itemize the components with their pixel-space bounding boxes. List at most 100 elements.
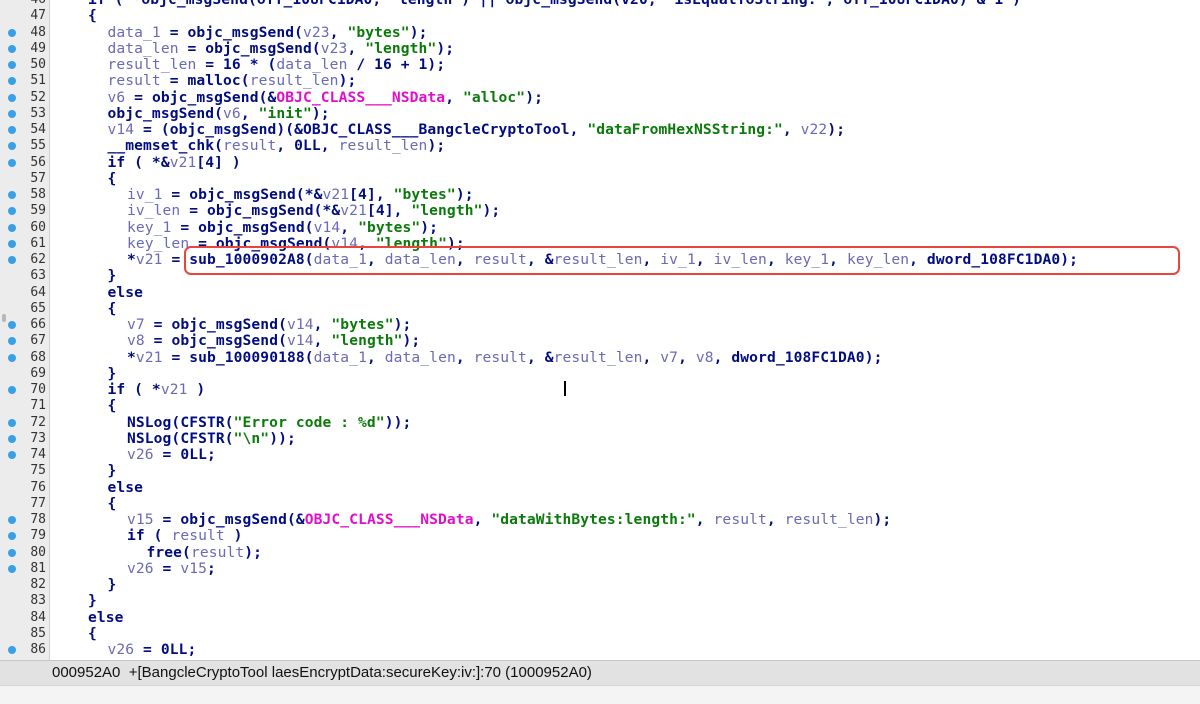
code-token: result_len [249,72,339,90]
code-line[interactable]: 53 objc_msgSend(v6, "init"); [0,104,1200,122]
code-token: v8 [127,332,145,350]
code-line[interactable]: 57 { [0,169,1200,187]
code-line[interactable]: 83} [0,592,1200,609]
code-line[interactable]: 86 v26 = 0LL; [0,641,1200,658]
code-token: data_len [276,56,348,73]
line-number: 52 [30,89,46,105]
code-line[interactable]: 71 { [0,397,1200,414]
code-token: ); [436,39,455,57]
breakpoint-dot-icon[interactable] [8,142,16,151]
breakpoint-dot-icon[interactable] [8,191,16,199]
code-token: { [107,299,117,317]
code-token: result [473,348,527,366]
code-line[interactable]: 72 NSLog(CFSTR("Error code : %d")); [0,414,1200,431]
breakpoint-dot-icon[interactable] [8,239,16,248]
breakpoint-dot-icon[interactable] [8,321,16,329]
code-line[interactable]: 56 if ( *&v21[4] ) [0,153,1200,171]
code-token: ); [402,332,421,350]
code-token: , [695,511,714,528]
code-token: { [107,169,117,187]
breakpoint-dot-icon[interactable] [8,451,16,459]
code-line[interactable]: 74 v26 = 0LL; [0,446,1200,463]
code-token: = objc_msgSend(*& [180,202,341,220]
code-text: if ( *v21 ) [108,381,206,398]
breakpoint-dot-icon[interactable] [8,109,16,118]
line-number: 47 [30,8,46,24]
code-token: v14 [313,218,341,236]
code-line[interactable]: 52 v6 = objc_msgSend(&OBJC_CLASS___NSData… [0,88,1200,106]
breakpoint-dot-icon[interactable] [8,564,16,573]
breakpoint-dot-icon[interactable] [8,207,16,216]
line-number: 75 [30,463,46,479]
code-token: if ( *& [107,153,170,171]
code-line[interactable]: 66 v7 = objc_msgSend(v14, "bytes"); [0,316,1200,333]
code-line[interactable]: 67 v8 = objc_msgSend(v14, "length"); [0,332,1200,350]
window-bottom-edge [0,314,1200,704]
code-line[interactable]: 81 v26 = v15; [0,560,1200,577]
code-token: ); [311,104,330,122]
code-line[interactable]: 55 __memset_chk(result, 0LL, result_len); [0,137,1200,155]
code-line[interactable]: 65 { [0,299,1200,317]
code-line[interactable]: 50 result_len = 16 * (data_len / 16 + 1); [0,56,1200,73]
code-token: * [127,348,136,366]
code-line[interactable]: 75} [0,462,1200,480]
code-line[interactable]: 59 iv_len = objc_msgSend(*&v21[4], "lengt… [0,202,1200,220]
code-line[interactable]: 85 { [0,625,1200,642]
code-token: { [107,494,117,512]
code-line[interactable]: 48 data_1 = objc_msgSend(v23, "bytes"); [0,24,1200,41]
code-line[interactable]: 64 else [0,284,1200,301]
code-token: } [107,462,117,480]
code-token: , dword_108FC1DA0); [713,348,883,366]
breakpoint-dot-icon[interactable] [8,223,16,232]
code-line[interactable]: 77 { [0,494,1200,512]
code-line[interactable]: 70 if ( *v21 ) [0,381,1200,398]
code-line[interactable]: 54 v14 = (objc_msgSend)(&OBJC_CLASS___Ban… [0,121,1200,138]
code-line[interactable]: 46 if ( *objc_msgSend(off_108FC1DA0, "len… [0,0,1200,8]
breakpoint-dot-icon[interactable] [8,337,16,346]
breakpoint-dot-icon[interactable] [8,126,16,134]
code-text: v26 = v15; [127,560,216,577]
breakpoint-dot-icon[interactable] [8,353,16,362]
breakpoint-dot-icon[interactable] [8,516,16,524]
line-number: 68 [30,349,46,365]
breakpoint-dot-icon[interactable] [8,28,16,37]
code-line[interactable]: 51 result = malloc(result_len); [0,72,1200,90]
code-token: if ( * [107,381,161,398]
code-line[interactable]: 58 iv_1 = objc_msgSend(*&v21[4], "bytes")… [0,186,1200,203]
breakpoint-dot-icon[interactable] [8,256,16,264]
code-token: "bytes" [331,316,394,333]
code-line[interactable]: 49 data_len = objc_msgSend(v23, "length")… [0,40,1200,57]
breakpoint-dot-icon[interactable] [8,158,16,167]
code-line[interactable]: 82} [0,576,1200,593]
code-token: __memset_chk( [107,137,224,155]
code-line[interactable]: 73 NSLog(CFSTR("\n")); [0,430,1200,447]
breakpoint-dot-icon[interactable] [8,386,16,394]
breakpoint-dot-icon[interactable] [8,532,16,541]
code-line[interactable]: 84 else [0,608,1200,626]
breakpoint-dot-icon[interactable] [8,418,16,427]
breakpoint-dot-icon[interactable] [8,77,16,86]
breakpoint-dot-icon[interactable] [8,434,16,443]
line-number: 86 [30,642,46,657]
code-line[interactable]: 47 { [0,7,1200,24]
code-token: else [88,608,124,626]
breakpoint-dot-icon[interactable] [8,548,16,557]
code-line[interactable]: 78 v15 = objc_msgSend(&OBJC_CLASS___NSDat… [0,511,1200,528]
code-line[interactable]: 79 if ( result ) [0,527,1200,544]
breakpoint-dot-icon[interactable] [8,93,16,102]
code-line[interactable]: 68 *v21 = sub_100090188(data_1, data_len,… [0,348,1200,366]
code-token: OBJC_CLASS___NSData [276,88,446,106]
breakpoint-dot-icon[interactable] [8,646,16,654]
breakpoint-dot-icon[interactable] [8,61,16,69]
code-line[interactable]: 76 else [0,479,1200,496]
code-line[interactable]: 60 key_1 = objc_msgSend(v14, "bytes"); [0,218,1200,236]
breakpoint-dot-icon[interactable] [8,44,16,53]
code-line[interactable]: 80 free(result); [0,544,1200,561]
code-token: , [240,104,259,122]
line-number: 72 [30,414,46,430]
code-token: ); [827,121,846,138]
code-token: , [313,316,332,333]
code-token: v21 [135,348,163,366]
code-line[interactable]: 69} [0,365,1200,382]
code-text: data_len = objc_msgSend(v23, "length"); [108,40,455,57]
